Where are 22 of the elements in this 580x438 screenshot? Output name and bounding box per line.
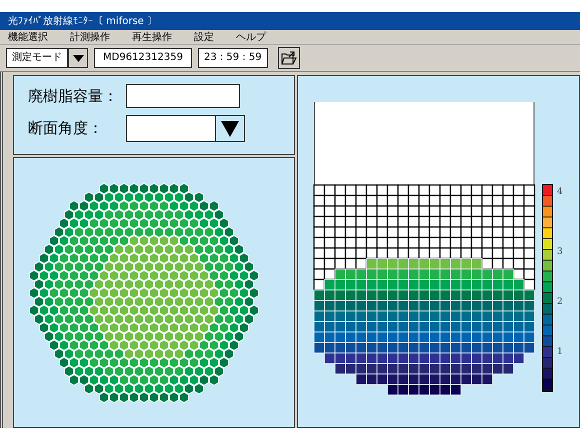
dropdown-arrow-icon bbox=[72, 54, 84, 62]
resin-volume-label: 廃樹脂容量： bbox=[28, 86, 119, 106]
folder-icon bbox=[280, 51, 297, 65]
menu-item[interactable]: 再生操作 bbox=[132, 30, 172, 44]
dropdown-button[interactable] bbox=[68, 48, 88, 68]
scale-label: 4 bbox=[557, 187, 563, 197]
scale-label: 3 bbox=[557, 247, 563, 257]
scale-label: 2 bbox=[557, 297, 563, 307]
resin-volume-field[interactable] bbox=[126, 84, 240, 108]
scale-label: 1 bbox=[557, 347, 563, 357]
id-field: MD9612312359 bbox=[94, 48, 192, 68]
angle-dropdown[interactable] bbox=[126, 115, 245, 142]
time-field: 23 : 59 : 59 bbox=[198, 48, 268, 68]
menu-item[interactable]: 機能選択 bbox=[8, 30, 48, 44]
menu-item[interactable]: 計測操作 bbox=[70, 30, 110, 44]
open-folder-button[interactable] bbox=[278, 47, 300, 69]
mode-field[interactable]: 測定モード bbox=[6, 48, 68, 68]
menu-item[interactable]: ヘルプ bbox=[236, 30, 266, 44]
window-title: 光ﾌｧｲﾊﾞ放射線ﾓﾆﾀｰ〔 miforse 〕 bbox=[8, 14, 157, 28]
menu-item[interactable]: 設定 bbox=[194, 30, 214, 44]
dropdown-arrow-icon bbox=[221, 120, 239, 136]
angle-label: 断面角度： bbox=[28, 119, 104, 138]
